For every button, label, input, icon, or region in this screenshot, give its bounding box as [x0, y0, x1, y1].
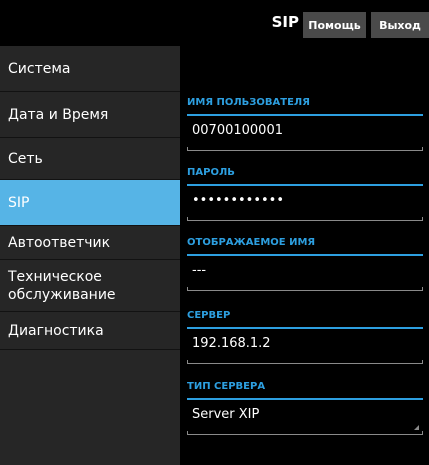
input-frame	[187, 431, 423, 435]
sidebar-item-maintenance[interactable]: Техническое обслуживание	[0, 260, 180, 312]
exit-button[interactable]: Выход	[371, 12, 429, 38]
sidebar-item-label: Автоответчик	[8, 234, 111, 251]
display-name-value[interactable]: ---	[192, 263, 206, 278]
input-frame	[187, 287, 423, 291]
header-bar: SIP Помощь Выход	[0, 0, 429, 46]
server-value[interactable]: 192.168.1.2	[192, 336, 271, 351]
sidebar-item-label: Сеть	[8, 150, 43, 167]
sidebar-item-sip[interactable]: SIP	[0, 180, 180, 226]
field-underline	[187, 114, 423, 116]
settings-panel: ИМЯ ПОЛЬЗОВАТЕЛЯ 00700100001 ПАРОЛЬ ••••…	[180, 46, 429, 465]
field-underline	[187, 254, 423, 256]
display-name-label: ОТОБРАЖАЕМОЕ ИМЯ	[187, 237, 316, 248]
sidebar-item-label: Техническое обслуживание	[8, 268, 116, 303]
server-type-value[interactable]: Server XIP	[192, 407, 259, 422]
sidebar-item-label: Диагностика	[8, 322, 104, 339]
input-frame	[187, 217, 423, 221]
sidebar-item-label: Дата и Время	[8, 106, 109, 123]
password-label: ПАРОЛЬ	[187, 167, 235, 178]
username-value[interactable]: 00700100001	[192, 123, 283, 138]
field-underline	[187, 184, 423, 186]
password-value[interactable]: ••••••••••••	[192, 193, 284, 208]
help-button[interactable]: Помощь	[303, 12, 366, 38]
input-frame	[187, 147, 423, 151]
username-label: ИМЯ ПОЛЬЗОВАТЕЛЯ	[187, 97, 310, 108]
sidebar-item-diagnostics[interactable]: Диагностика	[0, 312, 180, 350]
field-underline	[187, 398, 423, 400]
field-underline	[187, 327, 423, 329]
sidebar: Система Дата и Время Сеть SIP Автоответч…	[0, 46, 180, 465]
sidebar-item-system[interactable]: Система	[0, 46, 180, 92]
dropdown-corner-icon[interactable]	[414, 425, 419, 430]
input-frame	[187, 360, 423, 364]
sidebar-item-label: SIP	[8, 194, 30, 211]
page-title: SIP	[271, 13, 299, 31]
sidebar-item-date-time[interactable]: Дата и Время	[0, 92, 180, 138]
sidebar-item-label: Система	[8, 60, 71, 77]
server-type-label: ТИП СЕРВЕРА	[187, 381, 266, 392]
sidebar-item-answering-machine[interactable]: Автоответчик	[0, 226, 180, 260]
server-label: СЕРВЕР	[187, 310, 231, 321]
sidebar-item-network[interactable]: Сеть	[0, 138, 180, 180]
